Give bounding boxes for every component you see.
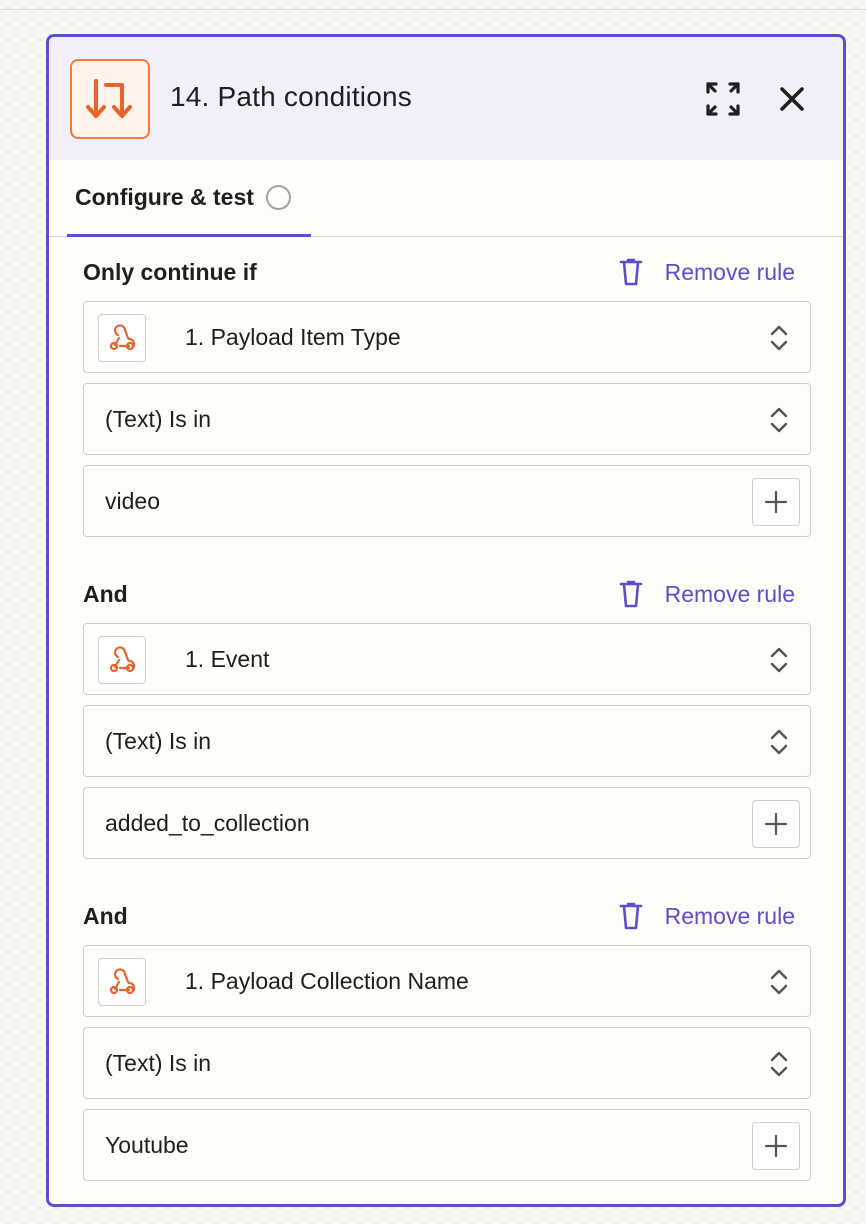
webhook-icon <box>98 636 146 684</box>
panel-title: 14. Path conditions <box>170 81 412 112</box>
webhook-icon <box>98 958 146 1006</box>
paths-icon <box>70 59 150 139</box>
rule-header: Only continue if Remove rule <box>83 255 811 289</box>
field-value: 1. Payload Collection Name <box>185 967 469 994</box>
step-editor-panel: 14. Path conditions Configure & test Onl… <box>46 34 846 1207</box>
insert-data-button[interactable] <box>752 800 800 848</box>
plus-icon <box>764 812 788 836</box>
remove-rule-label: Remove rule <box>664 902 795 929</box>
condition-select[interactable]: (Text) Is in <box>83 1027 811 1099</box>
chevron-updown-icon <box>770 729 788 755</box>
field-value: 1. Event <box>185 645 270 672</box>
input-value: video <box>105 487 160 514</box>
condition-value: (Text) Is in <box>105 405 212 432</box>
remove-rule-label: Remove rule <box>664 580 795 607</box>
condition-select[interactable]: (Text) Is in <box>83 705 811 777</box>
canvas-divider <box>0 9 866 10</box>
rule-label: Only continue if <box>83 258 257 285</box>
chevron-updown-icon <box>770 647 788 673</box>
trash-icon <box>619 580 643 608</box>
remove-rule-label: Remove rule <box>664 258 795 285</box>
field-select[interactable]: 1. Payload Collection Name <box>83 945 811 1017</box>
trash-icon <box>619 258 643 286</box>
tab-label: Configure & test <box>75 183 254 210</box>
field-select[interactable]: 1. Event <box>83 623 811 695</box>
close-button[interactable] <box>770 77 814 121</box>
value-input[interactable]: Youtube <box>83 1109 811 1181</box>
input-value: added_to_collection <box>105 809 310 836</box>
chevron-updown-icon <box>770 407 788 433</box>
rule-header: And Remove rule <box>83 577 811 611</box>
webhook-icon <box>98 314 146 362</box>
chevron-updown-icon <box>770 969 788 995</box>
value-input[interactable]: video <box>83 465 811 537</box>
remove-rule-button[interactable]: Remove rule <box>619 258 795 286</box>
remove-rule-button[interactable]: Remove rule <box>619 902 795 930</box>
insert-data-button[interactable] <box>752 478 800 526</box>
tab-bar: Configure & test <box>49 160 843 237</box>
chevron-updown-icon <box>770 325 788 351</box>
panel-header: 14. Path conditions <box>49 37 843 160</box>
rule-header: And Remove rule <box>83 899 811 933</box>
trash-icon <box>619 902 643 930</box>
rule-label: And <box>83 902 128 929</box>
tab-configure-test[interactable]: Configure & test <box>67 160 311 237</box>
field-value: 1. Payload Item Type <box>185 323 401 350</box>
status-circle-icon <box>265 184 291 210</box>
value-input[interactable]: added_to_collection <box>83 787 811 859</box>
condition-value: (Text) Is in <box>105 727 212 754</box>
chevron-updown-icon <box>770 1051 788 1077</box>
plus-icon <box>764 490 788 514</box>
plus-icon <box>764 1134 788 1158</box>
condition-select[interactable]: (Text) Is in <box>83 383 811 455</box>
field-select[interactable]: 1. Payload Item Type <box>83 301 811 373</box>
remove-rule-button[interactable]: Remove rule <box>619 580 795 608</box>
expand-icon <box>706 82 740 116</box>
close-icon <box>780 87 804 111</box>
rule-label: And <box>83 580 128 607</box>
expand-button[interactable] <box>701 77 745 121</box>
insert-data-button[interactable] <box>752 1122 800 1170</box>
condition-value: (Text) Is in <box>105 1049 212 1076</box>
input-value: Youtube <box>105 1131 189 1158</box>
